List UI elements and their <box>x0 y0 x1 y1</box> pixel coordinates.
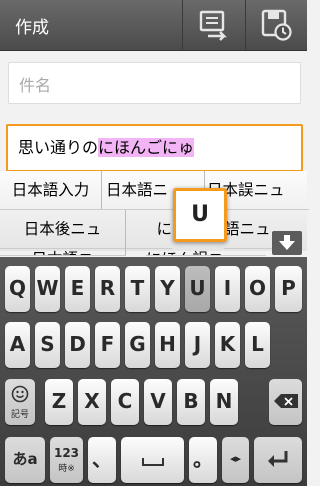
attach-button[interactable] <box>182 0 244 50</box>
kana-mode-key[interactable]: あa <box>5 437 45 483</box>
key-preview-popup: U <box>173 188 227 242</box>
space-key[interactable] <box>121 437 184 483</box>
backspace-key[interactable] <box>269 379 302 425</box>
soft-keyboard: Q W E R T Y U I O P A S D F G H J K L 記号… <box>0 257 307 486</box>
candidate-item[interactable]: に <box>126 210 172 249</box>
number-key-sublabel: 時※ <box>58 464 75 474</box>
key-f[interactable]: F <box>95 322 120 368</box>
body-text: 思い通りのにほんごにゅ <box>18 134 195 158</box>
body-committed-text: 思い通りの <box>18 138 99 157</box>
expand-candidates-button[interactable] <box>272 231 302 255</box>
action-bar: 作成 <box>0 0 307 51</box>
body-field[interactable]: 思い通りのにほんごにゅ <box>6 124 303 172</box>
key-i[interactable]: I <box>215 266 240 312</box>
backspace-icon <box>273 394 298 408</box>
cursor-key[interactable]: ◂▸ <box>222 437 249 483</box>
key-w[interactable]: W <box>35 266 60 312</box>
save-draft-icon <box>261 9 292 41</box>
key-g[interactable]: G <box>125 322 150 368</box>
subject-field[interactable]: 件名 <box>8 62 301 104</box>
key-j[interactable]: J <box>185 322 210 368</box>
number-key-label: 123 <box>53 446 80 460</box>
emoji-symbol-key[interactable]: 記号 <box>5 379 35 425</box>
subject-placeholder: 件名 <box>19 76 52 95</box>
key-s[interactable]: S <box>35 322 60 368</box>
key-k[interactable]: K <box>215 322 240 368</box>
key-n[interactable]: N <box>210 379 238 425</box>
key-y[interactable]: Y <box>155 266 180 312</box>
key-a[interactable]: A <box>5 322 30 368</box>
enter-key[interactable] <box>254 437 302 483</box>
key-e[interactable]: E <box>65 266 90 312</box>
comma-key[interactable]: 、 <box>88 437 116 483</box>
chevron-down-icon <box>279 235 295 250</box>
smiley-icon <box>11 385 29 403</box>
key-preview-letter: U <box>191 202 209 227</box>
candidate-item[interactable]: 日本語ニ <box>0 247 126 256</box>
key-c[interactable]: C <box>111 379 139 425</box>
key-t[interactable]: T <box>125 266 150 312</box>
key-h[interactable]: H <box>155 322 180 368</box>
candidate-item[interactable]: にほん誤ニ <box>146 247 266 256</box>
key-x[interactable]: X <box>78 379 106 425</box>
key-z[interactable]: Z <box>45 379 73 425</box>
candidate-bar: 日本語入力 日本語ニ 日本誤ニュ 日本後ニュ に 語ニュ 日本語ニ にほん誤ニ <box>0 171 309 256</box>
body-composing-text: にほんごにゅ <box>98 138 195 157</box>
key-v[interactable]: V <box>144 379 172 425</box>
attach-icon <box>199 10 227 41</box>
key-r[interactable]: R <box>95 266 120 312</box>
enter-icon <box>268 451 288 467</box>
key-d[interactable]: D <box>65 322 90 368</box>
key-o[interactable]: O <box>245 266 270 312</box>
number-mode-key[interactable]: 123 時※ <box>50 437 83 483</box>
save-draft-button[interactable] <box>245 0 307 50</box>
period-key[interactable]: 。 <box>189 437 217 483</box>
key-u[interactable]: U <box>185 266 210 312</box>
space-icon <box>141 458 164 466</box>
key-q[interactable]: Q <box>5 266 30 312</box>
key-p[interactable]: P <box>275 266 302 312</box>
candidate-item[interactable]: 日本後ニュ <box>0 210 126 249</box>
candidate-item[interactable]: 日本語入力 <box>0 171 102 210</box>
page-title: 作成 <box>15 18 49 38</box>
key-b[interactable]: B <box>177 379 205 425</box>
key-l[interactable]: L <box>245 322 270 368</box>
emoji-key-label: 記号 <box>10 410 29 420</box>
